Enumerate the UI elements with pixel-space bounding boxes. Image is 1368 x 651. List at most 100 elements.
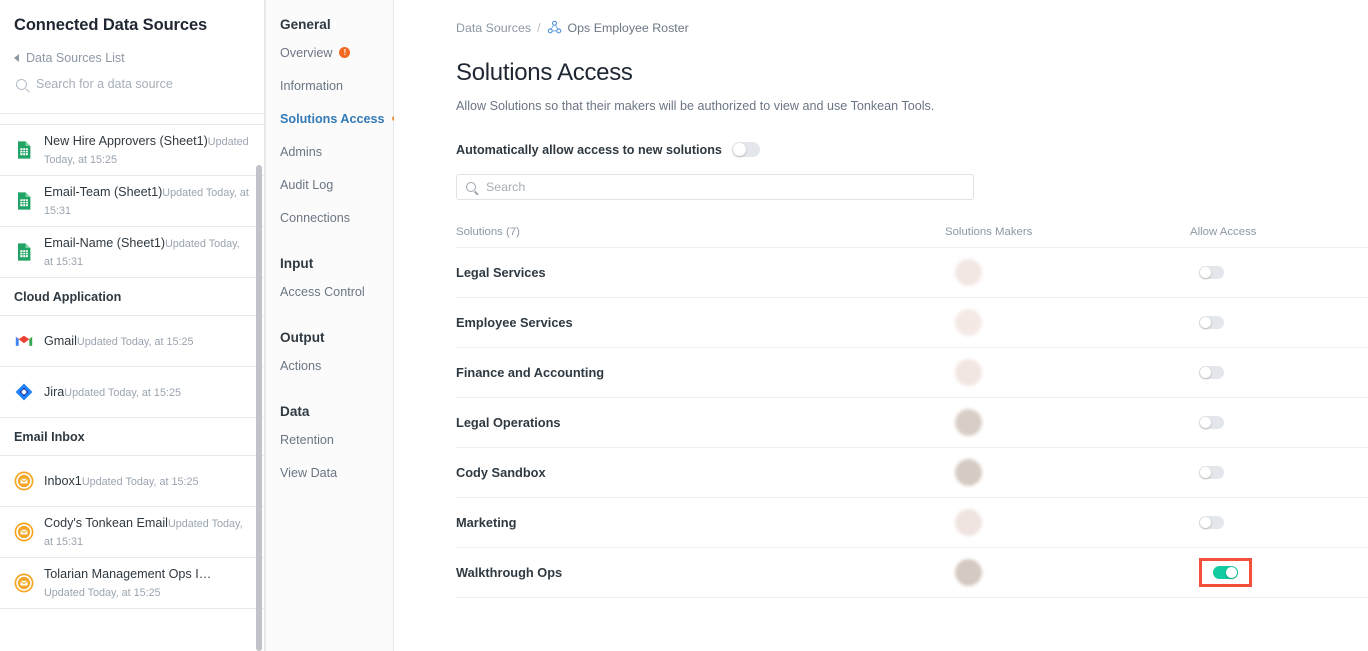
toggle-knob	[1200, 367, 1211, 378]
google-sheets-icon	[14, 242, 34, 262]
avatar	[955, 409, 982, 436]
solution-name: Walkthrough Ops	[456, 565, 562, 580]
data-source-list-item[interactable]: Tolarian Management Ops I…Updated Today,…	[0, 558, 265, 609]
table-row: Legal Services	[456, 247, 1368, 297]
breadcrumb-separator: /	[537, 21, 540, 35]
table-row: Employee Services	[456, 297, 1368, 347]
solution-name: Legal Operations	[456, 415, 561, 430]
nav-item-connections[interactable]: Connections	[280, 209, 393, 226]
data-source-list-item[interactable]: JiraUpdated Today, at 15:25	[0, 367, 265, 418]
data-source-search[interactable]: Search for a data source	[14, 77, 251, 101]
email-inbox-icon	[14, 522, 34, 542]
allow-access-toggle[interactable]	[1213, 566, 1238, 579]
solutions-search-box[interactable]	[456, 174, 974, 200]
allow-access-toggle[interactable]	[1199, 366, 1224, 379]
avatar	[955, 559, 982, 586]
warning-icon: !	[339, 47, 350, 58]
allow-access-toggle[interactable]	[1199, 266, 1224, 279]
nav-section-heading: Input	[280, 256, 393, 271]
allow-access-toggle[interactable]	[1199, 516, 1224, 529]
nav-item-label: Retention	[280, 433, 334, 447]
allow-access-toggle[interactable]	[1199, 466, 1224, 479]
breadcrumb-data-sources[interactable]: Data Sources	[456, 21, 531, 35]
nav-item-label: Audit Log	[280, 178, 333, 192]
nav-item-label: View Data	[280, 466, 337, 480]
sidebar-divider	[264, 0, 265, 651]
toggle-knob	[1200, 317, 1211, 328]
sidebar-header: Connected Data Sources Data Sources List…	[0, 0, 265, 101]
sidebar-scrollbar[interactable]	[256, 113, 262, 651]
nav-item-actions[interactable]: Actions	[280, 357, 393, 374]
nav-section-heading: General	[280, 17, 393, 32]
search-icon	[16, 79, 27, 90]
nav-section-heading: Output	[280, 330, 393, 345]
nav-item-label: Admins	[280, 145, 322, 159]
data-source-search-placeholder: Search for a data source	[36, 77, 173, 91]
back-label: Data Sources List	[26, 51, 125, 65]
solutions-access-table: Solutions (7) Solutions Makers Allow Acc…	[456, 226, 1368, 598]
main-content: Data Sources / Ops Employee Roster Solut…	[394, 0, 1368, 651]
nav-item-solutions-access[interactable]: Solutions Access	[280, 110, 393, 127]
email-inbox-icon	[14, 573, 34, 593]
data-source-list-item[interactable]: Cody's Tonkean EmailUpdated Today, at 15…	[0, 507, 265, 558]
data-source-name: Email-Team (Sheet1)	[44, 185, 162, 199]
data-source-list-item[interactable]: GmailUpdated Today, at 15:25	[0, 316, 265, 367]
avatar	[955, 459, 982, 486]
auto-allow-toggle[interactable]	[732, 142, 760, 157]
nav-item-label: Access Control	[280, 285, 365, 299]
toggle-knob	[1200, 467, 1211, 478]
table-row: Legal Operations	[456, 397, 1368, 447]
column-header-solutions: Solutions (7)	[456, 226, 945, 238]
back-to-data-sources-list[interactable]: Data Sources List	[14, 51, 251, 65]
nav-item-audit-log[interactable]: Audit Log	[280, 176, 393, 193]
nav-item-label: Information	[280, 79, 343, 93]
toggle-knob	[1200, 517, 1211, 528]
solution-name: Cody Sandbox	[456, 465, 546, 480]
data-source-group-heading: Cloud Application	[0, 278, 265, 316]
chevron-left-icon	[14, 54, 19, 62]
jira-icon	[14, 382, 34, 402]
solution-name: Marketing	[456, 515, 516, 530]
highlight-box	[1199, 558, 1252, 587]
nav-item-view-data[interactable]: View Data	[280, 464, 393, 481]
solutions-search-input[interactable]	[484, 179, 964, 195]
data-source-name: Jira	[44, 385, 64, 399]
data-source-list-item[interactable]: Inbox1Updated Today, at 15:25	[0, 456, 265, 507]
google-sheets-icon	[14, 191, 34, 211]
data-source-updated: Updated Today, at 15:25	[44, 587, 161, 599]
sidebar-title: Connected Data Sources	[14, 16, 251, 35]
toggle-knob	[1200, 267, 1211, 278]
sidebar-scrollbar-thumb[interactable]	[256, 165, 262, 651]
data-source-list[interactable]: New Hire Approvers (Sheet1) Updated Today…	[0, 113, 265, 651]
data-source-list-item[interactable]: Email-Name (Sheet1)Updated Today, at 15:…	[0, 227, 265, 278]
toggle-knob	[1226, 567, 1237, 578]
data-source-name: Gmail	[44, 334, 77, 348]
email-inbox-icon	[14, 471, 34, 491]
nav-item-information[interactable]: Information	[280, 77, 393, 94]
toggle-knob	[733, 143, 746, 156]
allow-access-toggle[interactable]	[1199, 316, 1224, 329]
data-source-list-item[interactable]: Email-Team (Sheet1)Updated Today, at 15:…	[0, 176, 265, 227]
data-source-name: New Hire Approvers (Sheet1)	[44, 134, 208, 148]
avatar	[955, 259, 982, 286]
data-source-updated: Updated Today, at 15:25	[64, 387, 181, 399]
nav-item-overview[interactable]: Overview!	[280, 44, 393, 61]
data-source-name: Email-Name (Sheet1)	[44, 236, 165, 250]
nav-item-retention[interactable]: Retention	[280, 431, 393, 448]
data-source-group-heading: Email Inbox	[0, 418, 265, 456]
column-header-solutions-makers: Solutions Makers	[945, 226, 1190, 238]
nav-item-admins[interactable]: Admins	[280, 143, 393, 160]
nav-item-label: Solutions Access	[280, 112, 385, 126]
search-icon	[466, 182, 476, 192]
table-header: Solutions (7) Solutions Makers Allow Acc…	[456, 226, 1368, 247]
list-item-partial	[0, 114, 265, 125]
connected-data-sources-sidebar: Connected Data Sources Data Sources List…	[0, 0, 266, 651]
nav-section-heading: Data	[280, 404, 393, 419]
allow-access-toggle[interactable]	[1199, 416, 1224, 429]
nav-item-label: Connections	[280, 211, 350, 225]
breadcrumb: Data Sources / Ops Employee Roster	[456, 20, 1368, 35]
solution-name: Legal Services	[456, 265, 546, 280]
data-source-list-item[interactable]: New Hire Approvers (Sheet1)Updated Today…	[0, 125, 265, 176]
table-row: Walkthrough Ops	[456, 547, 1368, 597]
nav-item-access-control[interactable]: Access Control	[280, 283, 393, 300]
